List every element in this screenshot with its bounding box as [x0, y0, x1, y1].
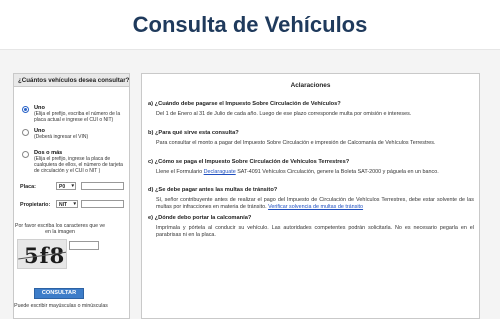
answer-a: Del 1 de Enero al 31 de Julio de cada añ… [156, 111, 412, 117]
clarifications-title: Aclaraciones [290, 82, 331, 89]
answer-c-text: Llene el Formulario [156, 169, 204, 175]
captcha-instructions: Por favor escriba los caracteres que ve … [15, 223, 105, 235]
option-one-desc: (Elija el prefijo, escriba el número de … [34, 111, 121, 123]
question-d: d) ¿Se debe pagar antes las multas de tr… [148, 187, 278, 193]
answer-c: Llene el Formulario Declaraguate SAT-409… [156, 169, 474, 176]
page-header: Consulta de Vehículos [0, 0, 500, 50]
placa-input[interactable] [81, 182, 124, 190]
question-c: c) ¿Cómo se paga el Impuesto Sobre Circu… [148, 159, 350, 165]
clarifications-panel: Aclaraciones a) ¿Cuándo debe pagarse el … [141, 73, 480, 319]
captcha-image: 5f8 [17, 239, 67, 269]
question-b: b) ¿Para qué sirve esta consulta? [148, 130, 239, 136]
option-vin[interactable]: Uno (Deberá ingresar el VIN) [22, 128, 128, 143]
question-a: a) ¿Cuándo debe pagarse el Impuesto Sobr… [148, 101, 341, 107]
answer-e: Imprímala y pórtela al conducir su vehíc… [156, 225, 474, 238]
page-title: Consulta de Vehículos [132, 12, 368, 37]
owner-id-input[interactable] [81, 200, 124, 208]
radio-one[interactable] [22, 106, 29, 113]
option-one[interactable]: Uno (Elija el prefijo, escriba el número… [22, 105, 128, 128]
question-e: e) ¿Dónde debo portar la calcomanía? [148, 215, 252, 221]
radio-multiple[interactable] [22, 151, 29, 158]
panel-title: ¿Cuántos vehículos desea consultar? [14, 74, 129, 87]
answer-c-text-end: SAT-4091 Vehículos Circulación, genere l… [235, 169, 439, 175]
option-multiple-desc: (Elija el prefijo, ingrese la placa de c… [34, 156, 123, 174]
option-multiple[interactable]: Dos o más (Elija el prefijo, ingrese la … [22, 150, 128, 181]
verify-fines-link[interactable]: Verificar solvencia de multas de tránsit… [268, 204, 363, 210]
radio-vin[interactable] [22, 129, 29, 136]
placa-prefix-select[interactable]: P0 [56, 182, 76, 190]
consultar-button[interactable]: CONSULTAR [34, 288, 84, 299]
propietario-label: Propietario: [20, 202, 51, 208]
declaraguate-link[interactable]: Declaraguate [204, 169, 236, 175]
vehicle-count-panel: ¿Cuántos vehículos desea consultar? Uno … [13, 73, 130, 319]
option-vin-desc: (Deberá ingresar el VIN) [34, 134, 89, 140]
owner-id-type-select[interactable]: NIT [56, 200, 78, 208]
answer-b: Para consultar el monto a pagar del Impu… [156, 140, 436, 146]
placa-label: Placa: [20, 184, 36, 190]
captcha-input[interactable] [69, 241, 99, 250]
case-note: Puede escribir mayúsculas o minúsculas [14, 303, 108, 309]
answer-d: Sí, señor contribuyente antes de realiza… [156, 197, 474, 210]
